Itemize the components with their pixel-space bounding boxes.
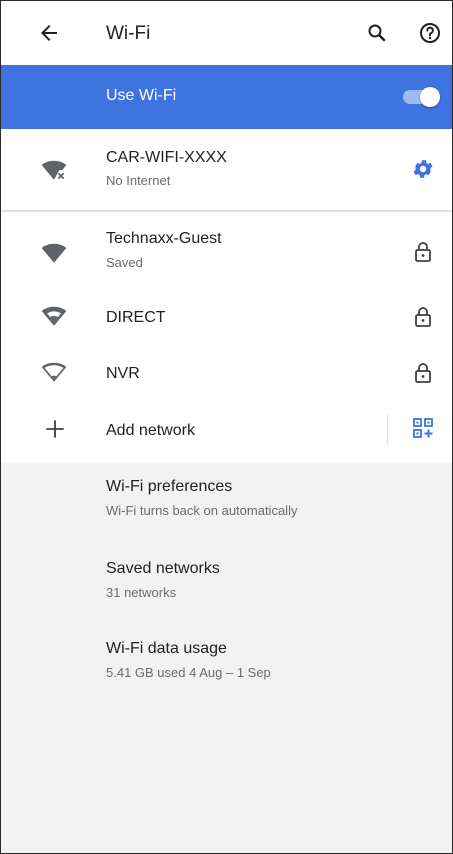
use-wifi-toggle[interactable]	[403, 87, 440, 107]
lock-icon	[415, 363, 431, 383]
preferences-section: Wi-Fi preferences Wi-Fi turns back on au…	[1, 463, 452, 705]
page-title: Wi-Fi	[106, 23, 151, 44]
pref-summary: 5.41 GB used 4 Aug – 1 Sep	[106, 665, 271, 680]
lock-icon	[415, 242, 431, 262]
wifi-full-icon	[41, 243, 67, 263]
network-status: No Internet	[106, 173, 171, 188]
saved-networks-item[interactable]: Saved networks 31 networks	[1, 545, 452, 625]
pref-summary: 31 networks	[106, 585, 177, 600]
network-row-connected[interactable]: CAR-WIFI-XXXX No Internet	[1, 129, 452, 210]
pref-summary: Wi-Fi turns back on automatically	[106, 503, 298, 518]
network-row-nvr[interactable]: NVR	[1, 343, 452, 400]
wifi-outline-icon	[41, 306, 67, 326]
network-status: Saved	[106, 255, 143, 270]
add-network-label: Add network	[106, 422, 195, 439]
settings-gear-icon[interactable]	[411, 157, 435, 181]
use-wifi-switch-bar[interactable]: Use Wi-Fi	[1, 65, 452, 129]
wifi-data-usage-item[interactable]: Wi-Fi data usage 5.41 GB used 4 Aug – 1 …	[1, 625, 452, 705]
pref-title: Wi-Fi data usage	[106, 640, 227, 657]
add-network-row[interactable]: Add network	[1, 400, 452, 463]
qr-code-scanner-icon[interactable]	[411, 416, 435, 440]
network-name: CAR-WIFI-XXXX	[106, 149, 227, 166]
network-name: DIRECT	[106, 309, 166, 326]
help-icon[interactable]	[418, 21, 442, 45]
wifi-preferences-item[interactable]: Wi-Fi preferences Wi-Fi turns back on au…	[1, 463, 452, 545]
network-row-technaxx-guest[interactable]: Technaxx-Guest Saved	[1, 212, 452, 291]
network-row-direct[interactable]: DIRECT	[1, 291, 452, 343]
pref-title: Saved networks	[106, 560, 220, 577]
wifi-no-internet-icon	[41, 160, 67, 180]
network-name: Technaxx-Guest	[106, 230, 222, 247]
settings-screen: Wi-Fi Use Wi-Fi CAR-WIFI-XXXX No Interne…	[0, 0, 453, 854]
plus-icon	[46, 420, 64, 438]
search-icon[interactable]	[365, 21, 389, 45]
lock-icon	[415, 307, 431, 327]
network-name: NVR	[106, 365, 140, 382]
app-bar: Wi-Fi	[1, 1, 452, 65]
use-wifi-label: Use Wi-Fi	[106, 87, 177, 104]
wifi-weak-icon	[41, 362, 67, 382]
pref-title: Wi-Fi preferences	[106, 478, 233, 495]
arrow-back-icon[interactable]	[37, 21, 61, 45]
vertical-divider	[387, 414, 388, 444]
toggle-thumb	[420, 87, 440, 107]
